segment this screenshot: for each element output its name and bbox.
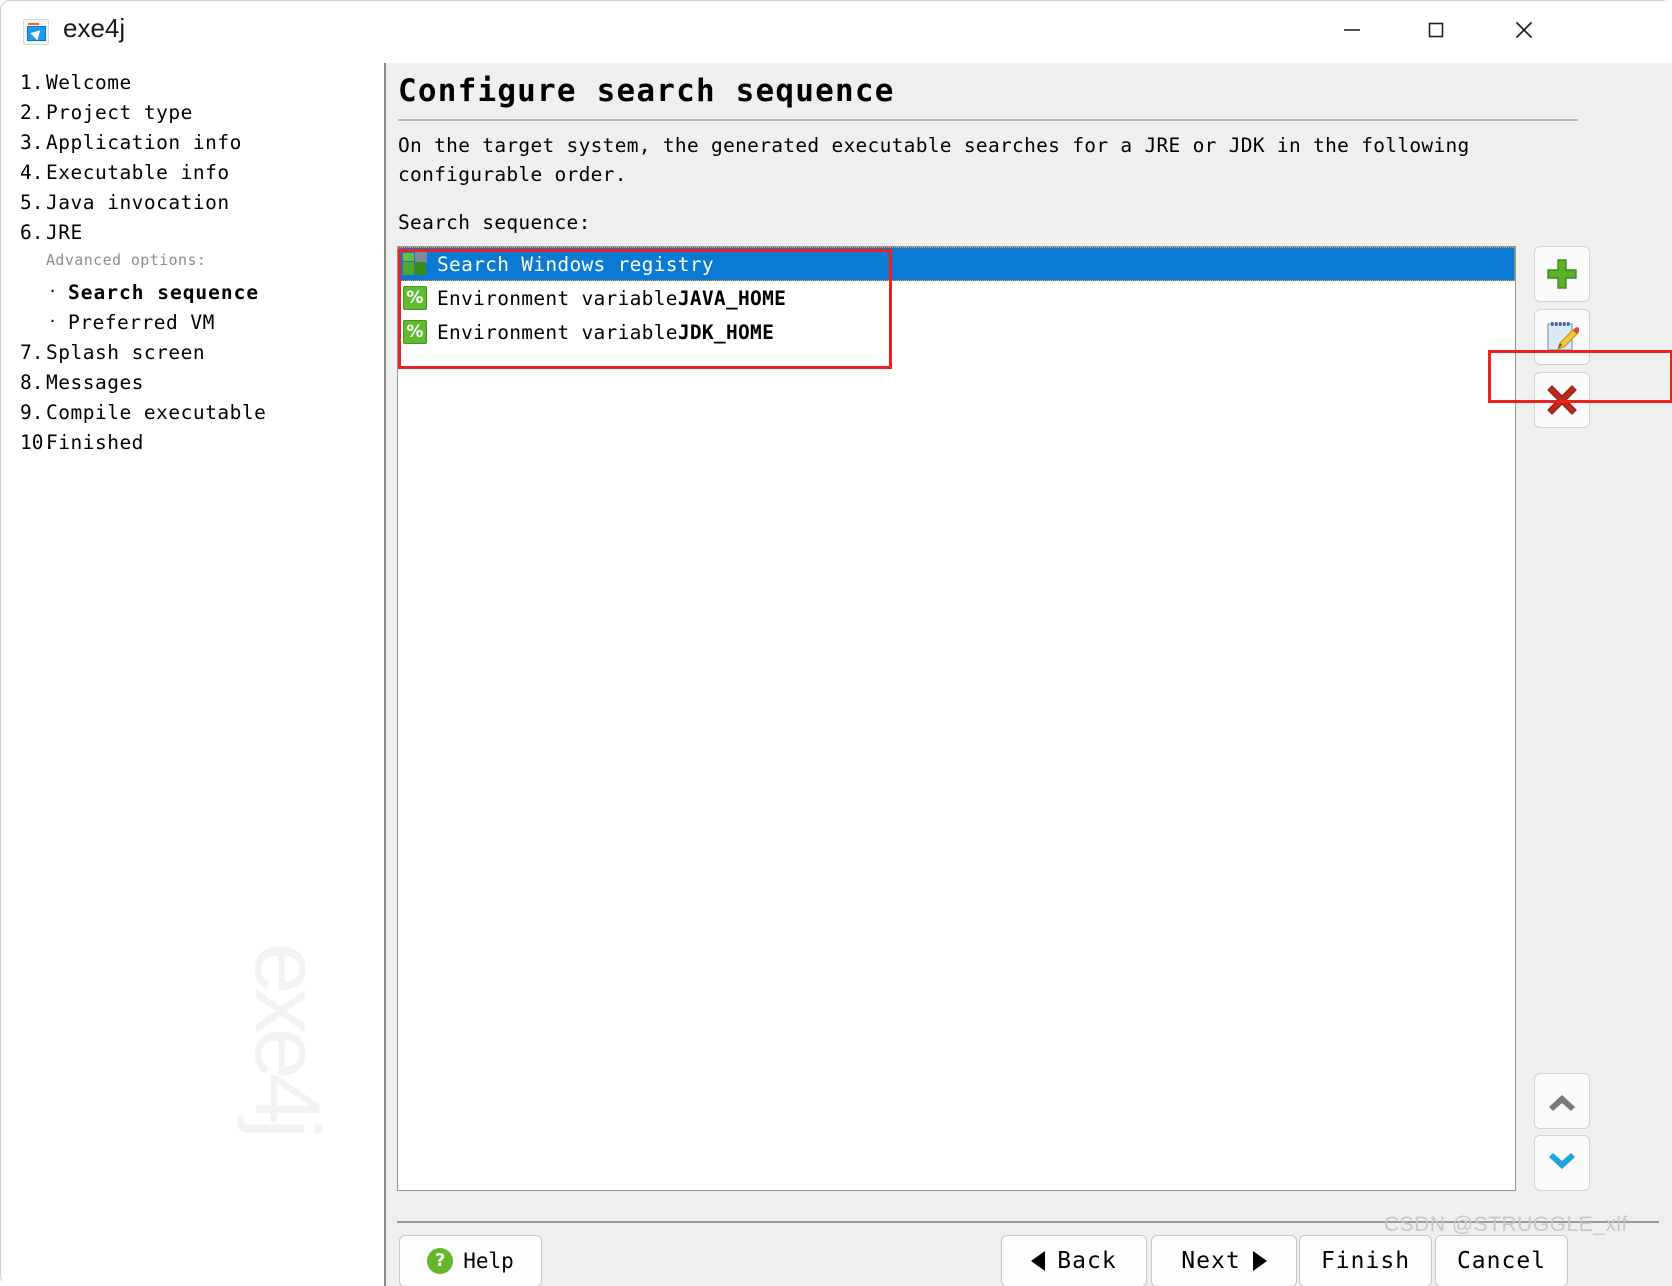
step-number: 7. bbox=[20, 341, 44, 364]
percent-icon: % bbox=[403, 286, 427, 310]
step-label: Splash screen bbox=[46, 341, 206, 364]
step-label: Messages bbox=[46, 371, 144, 394]
next-button[interactable]: Next bbox=[1151, 1235, 1297, 1286]
step-number: 6. bbox=[20, 221, 44, 244]
add-icon bbox=[1547, 259, 1577, 289]
csdn-watermark: CSDN @STRUGGLE_xlf bbox=[1384, 1213, 1628, 1236]
windows-registry-icon bbox=[403, 252, 427, 276]
cancel-button-label: Cancel bbox=[1456, 1248, 1547, 1274]
exe4j-wizard-window: exe4j 1. Welcome 2. Project type 3. Appl… bbox=[0, 0, 1672, 1286]
add-entry-button[interactable] bbox=[1534, 246, 1590, 302]
sidebar-item-finished[interactable]: 10. Finished bbox=[2, 431, 384, 461]
wizard-steps-list: 1. Welcome 2. Project type 3. Applicatio… bbox=[2, 63, 384, 461]
step-number: 8. bbox=[20, 371, 44, 394]
step-number: 4. bbox=[20, 161, 44, 184]
step-number: 5. bbox=[20, 191, 44, 214]
list-item-label: Search Windows registry bbox=[437, 252, 714, 276]
minimize-icon bbox=[1344, 29, 1360, 31]
sidebar-item-project-type[interactable]: 2. Project type bbox=[2, 101, 384, 131]
advanced-options-heading: Advanced options: bbox=[46, 251, 207, 269]
list-item-label: Environment variable bbox=[437, 286, 678, 310]
cancel-button[interactable]: Cancel bbox=[1435, 1235, 1568, 1286]
exe4j-watermark: exe4j bbox=[236, 943, 338, 1133]
step-label: Finished bbox=[46, 431, 144, 454]
sidebar-item-messages[interactable]: 8. Messages bbox=[2, 371, 384, 401]
move-up-button[interactable] bbox=[1534, 1073, 1590, 1129]
list-item[interactable]: % Environment variable JDK_HOME bbox=[398, 315, 1515, 349]
list-item-variable: JAVA_HOME bbox=[677, 286, 787, 310]
list-item-label: Environment variable bbox=[437, 320, 678, 344]
sidebar-item-splash-screen[interactable]: 7. Splash screen bbox=[2, 341, 384, 371]
step-label: Preferred VM bbox=[68, 311, 215, 334]
step-number: 3. bbox=[20, 131, 44, 154]
step-label: Java invocation bbox=[46, 191, 230, 214]
maximize-button[interactable] bbox=[1403, 1, 1469, 59]
main-content-panel: Configure search sequence On the target … bbox=[386, 63, 1672, 1286]
maximize-icon bbox=[1428, 22, 1444, 38]
delete-entry-button[interactable] bbox=[1534, 372, 1590, 428]
edit-entry-button[interactable] bbox=[1534, 309, 1590, 365]
help-button-label: Help bbox=[463, 1249, 514, 1273]
chevron-up-icon bbox=[1549, 1095, 1575, 1111]
percent-icon: % bbox=[403, 320, 427, 344]
close-icon bbox=[1515, 21, 1533, 39]
step-label: JRE bbox=[46, 221, 83, 244]
step-label: Compile executable bbox=[46, 401, 267, 424]
page-description: On the target system, the generated exec… bbox=[398, 134, 1470, 186]
finish-button-label: Finish bbox=[1320, 1248, 1411, 1274]
step-number: 2. bbox=[20, 101, 44, 124]
list-item[interactable]: Search Windows registry bbox=[398, 247, 1515, 281]
edit-icon bbox=[1547, 322, 1579, 351]
sidebar-item-jre[interactable]: 6. JRE bbox=[2, 221, 384, 251]
bullet-icon: · bbox=[48, 312, 58, 330]
step-label: Executable info bbox=[46, 161, 230, 184]
page-title: Configure search sequence bbox=[398, 73, 895, 109]
next-button-label: Next bbox=[1181, 1248, 1241, 1274]
arrow-right-icon bbox=[1252, 1251, 1267, 1271]
help-button[interactable]: ? Help bbox=[399, 1235, 542, 1286]
move-down-button[interactable] bbox=[1534, 1135, 1590, 1191]
chevron-down-icon bbox=[1549, 1153, 1575, 1169]
arrow-left-icon bbox=[1031, 1251, 1046, 1271]
sidebar-item-compile-executable[interactable]: 9. Compile executable bbox=[2, 401, 384, 431]
sidebar-item-java-invocation[interactable]: 5. Java invocation bbox=[2, 191, 384, 221]
step-label: Project type bbox=[46, 101, 193, 124]
step-label: Application info bbox=[46, 131, 242, 154]
step-label: Search sequence bbox=[68, 281, 260, 304]
step-number: 1. bbox=[20, 71, 44, 94]
bullet-icon: · bbox=[48, 282, 58, 300]
help-question-icon: ? bbox=[427, 1248, 454, 1274]
sidebar-item-executable-info[interactable]: 4. Executable info bbox=[2, 161, 384, 191]
title-bar: exe4j bbox=[1, 1, 1672, 63]
sidebar-item-welcome[interactable]: 1. Welcome bbox=[2, 71, 384, 101]
sidebar-item-application-info[interactable]: 3. Application info bbox=[2, 131, 384, 161]
search-sequence-list[interactable]: Search Windows registry % Environment va… bbox=[397, 246, 1516, 1191]
wizard-steps-sidebar: 1. Welcome 2. Project type 3. Applicatio… bbox=[2, 63, 384, 1286]
finish-button[interactable]: Finish bbox=[1299, 1235, 1432, 1286]
title-divider bbox=[398, 119, 1578, 121]
sidebar-item-preferred-vm[interactable]: · Preferred VM bbox=[2, 311, 384, 341]
list-item-variable: JDK_HOME bbox=[677, 320, 775, 344]
exe4j-app-icon bbox=[23, 19, 49, 45]
sidebar-item-search-sequence[interactable]: · Search sequence bbox=[2, 281, 384, 311]
list-item[interactable]: % Environment variable JAVA_HOME bbox=[398, 281, 1515, 315]
step-label: Welcome bbox=[46, 71, 132, 94]
step-number: 10. bbox=[20, 431, 56, 454]
close-button[interactable] bbox=[1491, 1, 1557, 59]
step-number: 9. bbox=[20, 401, 44, 424]
search-sequence-label: Search sequence: bbox=[398, 211, 591, 234]
delete-icon bbox=[1547, 385, 1577, 415]
minimize-button[interactable] bbox=[1319, 1, 1385, 59]
back-button[interactable]: Back bbox=[1001, 1235, 1147, 1286]
window-title: exe4j bbox=[63, 13, 126, 43]
back-button-label: Back bbox=[1057, 1248, 1117, 1274]
